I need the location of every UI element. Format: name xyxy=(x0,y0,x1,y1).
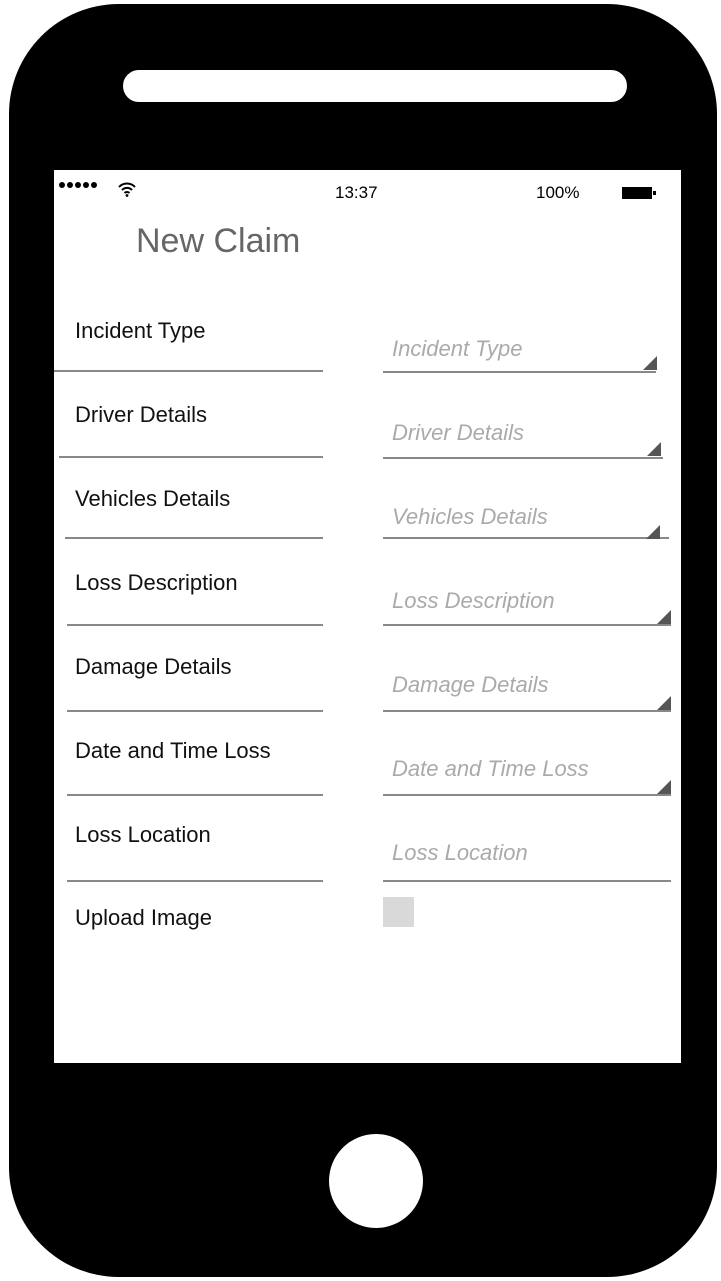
dropdown-arrow-icon xyxy=(657,610,671,624)
dropdown-arrow-icon xyxy=(657,780,671,794)
battery-percentage: 100% xyxy=(536,183,580,202)
driver-details-placeholder: Driver Details xyxy=(392,420,525,445)
dropdown-arrow-icon xyxy=(643,356,657,370)
divider xyxy=(67,880,323,882)
field-row-date-time-loss: Date and Time Loss Date and Time Loss xyxy=(54,738,681,822)
battery-icon xyxy=(622,187,656,199)
loss-location-input[interactable]: Loss Location xyxy=(383,822,671,882)
field-label-damage-details: Damage Details xyxy=(75,654,232,679)
page-title: New Claim xyxy=(136,222,301,260)
driver-details-dropdown[interactable]: Driver Details xyxy=(383,402,671,459)
vehicles-details-placeholder: Vehicles Details xyxy=(392,504,548,529)
field-row-loss-description: Loss Description Loss Description xyxy=(54,570,681,654)
loss-location-placeholder: Loss Location xyxy=(392,840,528,865)
divider xyxy=(67,794,323,796)
field-label-date-time-loss: Date and Time Loss xyxy=(75,738,271,763)
dropdown-arrow-icon xyxy=(646,525,660,539)
upload-image-label: Upload Image xyxy=(75,905,212,930)
damage-details-placeholder: Damage Details xyxy=(392,672,549,697)
phone-screen: 13:37 100% New Claim Incident Type Incid… xyxy=(54,170,681,1063)
divider xyxy=(65,537,323,539)
damage-details-dropdown[interactable]: Damage Details xyxy=(383,654,671,712)
divider xyxy=(67,624,323,626)
upload-image-checkbox[interactable] xyxy=(383,897,414,927)
dropdown-arrow-icon xyxy=(657,696,671,710)
field-row-driver-details: Driver Details Driver Details xyxy=(54,402,681,486)
signal-strength-icon xyxy=(59,182,97,188)
loss-description-dropdown[interactable]: Loss Description xyxy=(383,570,671,626)
incident-type-dropdown[interactable]: Incident Type xyxy=(383,318,671,373)
vehicles-details-dropdown[interactable]: Vehicles Details xyxy=(383,486,671,539)
home-button[interactable] xyxy=(329,1134,423,1228)
divider xyxy=(54,370,323,372)
divider xyxy=(59,456,323,458)
field-row-damage-details: Damage Details Damage Details xyxy=(54,654,681,738)
phone-speaker xyxy=(121,68,629,104)
field-label-incident-type: Incident Type xyxy=(75,318,206,343)
loss-description-placeholder: Loss Description xyxy=(392,588,555,613)
date-time-loss-dropdown[interactable]: Date and Time Loss xyxy=(383,738,671,796)
dropdown-arrow-icon xyxy=(647,442,661,456)
divider xyxy=(67,710,323,712)
field-row-vehicles-details: Vehicles Details Vehicles Details xyxy=(54,486,681,570)
date-time-loss-placeholder: Date and Time Loss xyxy=(392,756,589,781)
wifi-icon xyxy=(118,182,136,197)
field-label-driver-details: Driver Details xyxy=(75,402,208,427)
status-time: 13:37 xyxy=(335,183,378,202)
field-label-vehicles-details: Vehicles Details xyxy=(75,486,231,511)
status-bar: 13:37 100% xyxy=(54,170,681,214)
incident-type-placeholder: Incident Type xyxy=(392,336,523,361)
field-row-loss-location: Loss Location Loss Location xyxy=(54,822,681,906)
field-label-loss-description: Loss Description xyxy=(75,570,238,595)
field-row-incident-type: Incident Type Incident Type xyxy=(54,318,681,402)
field-label-loss-location: Loss Location xyxy=(75,822,211,847)
